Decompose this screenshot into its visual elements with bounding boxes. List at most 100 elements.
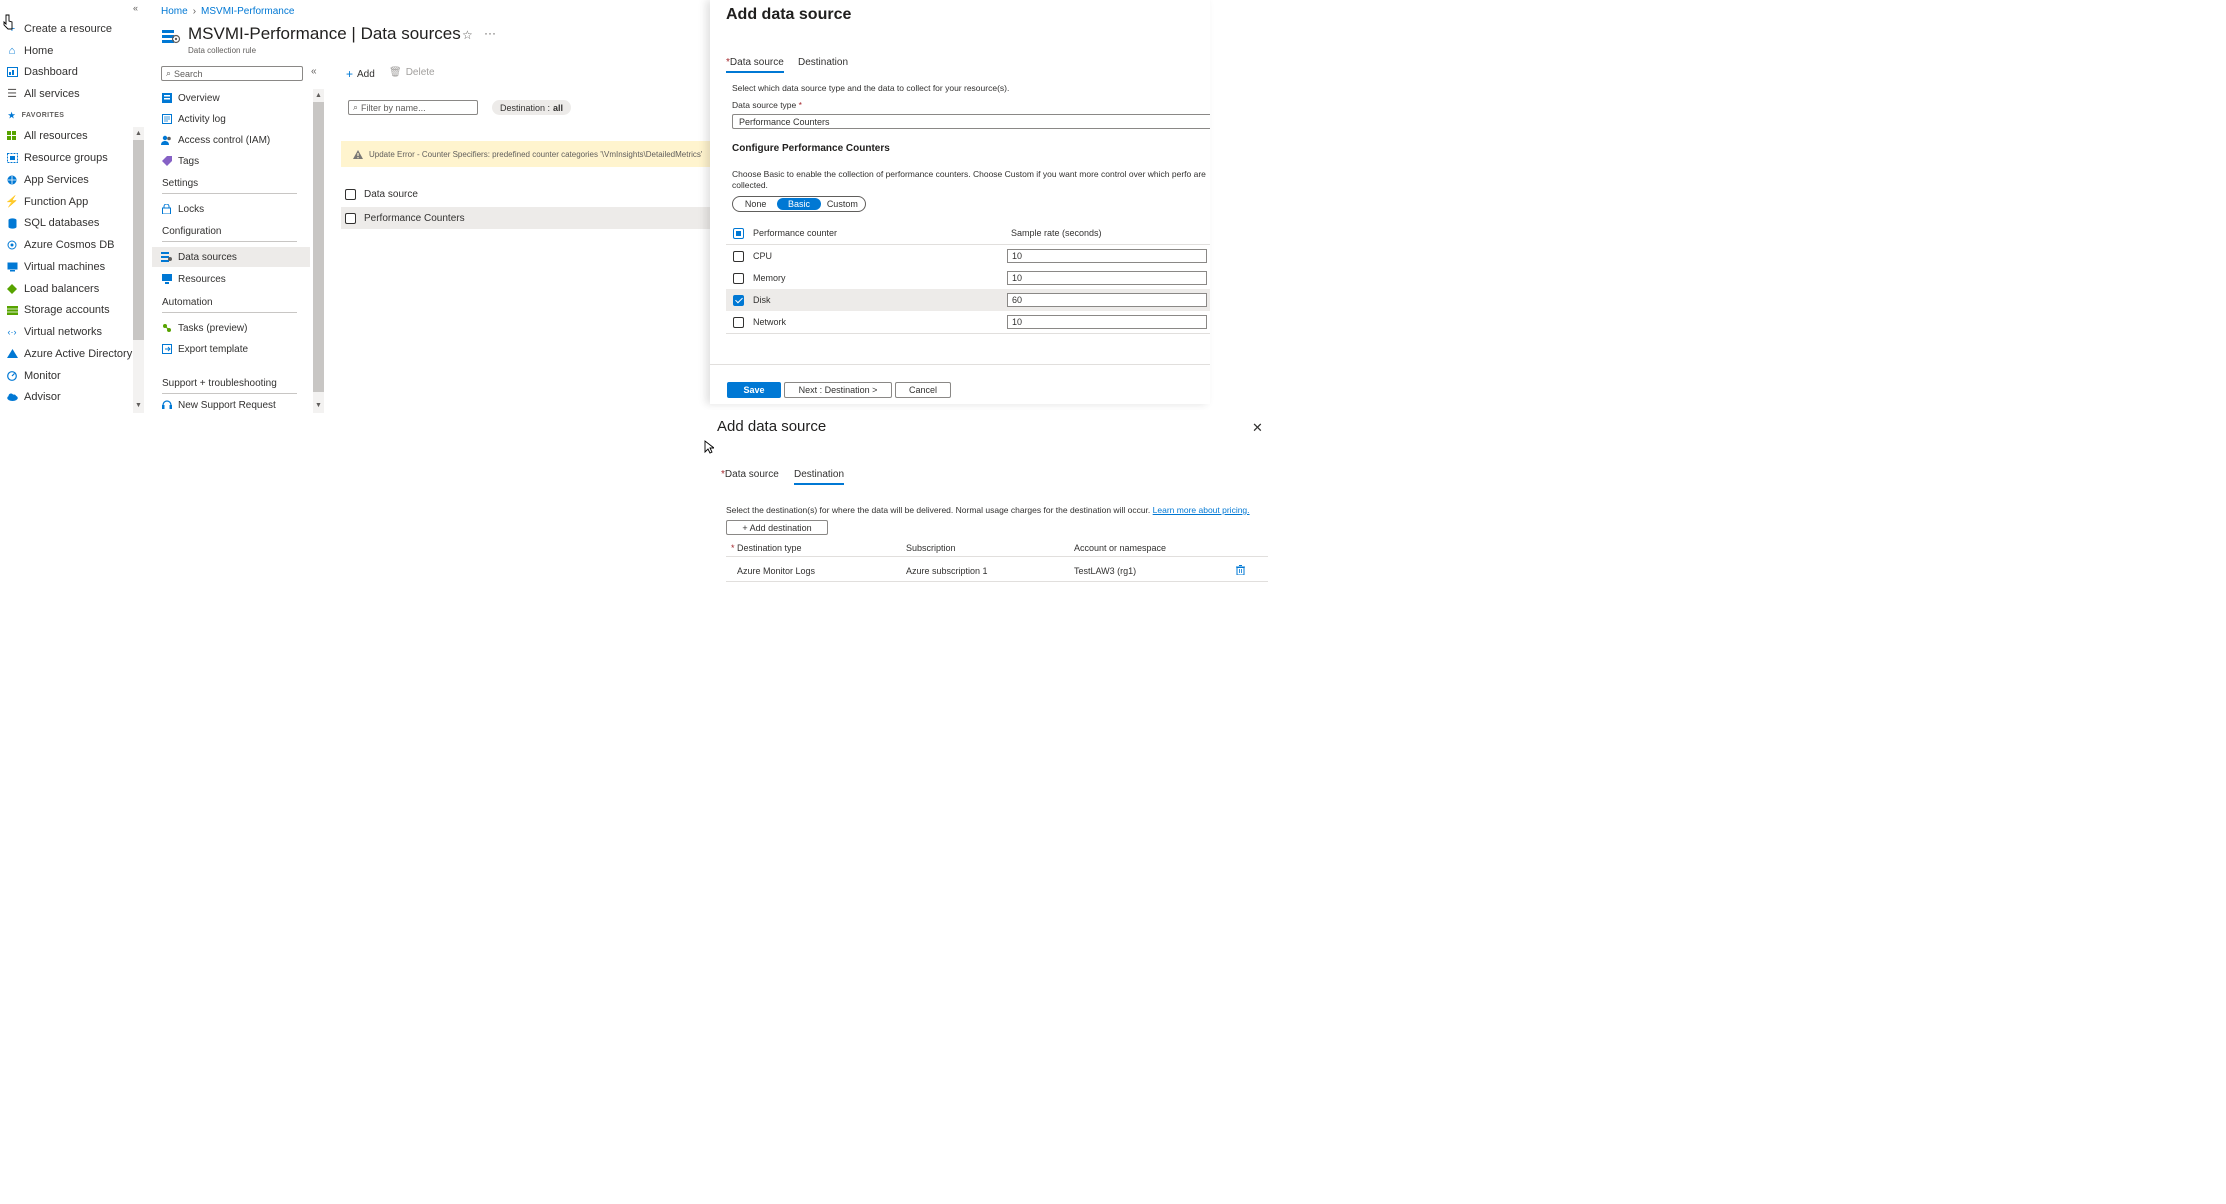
lightning-icon: ⚡ xyxy=(5,195,19,208)
collapse-menu-icon[interactable]: « xyxy=(311,66,317,77)
save-button[interactable]: Save xyxy=(727,382,781,398)
scroll-up-icon[interactable]: ▲ xyxy=(133,128,144,139)
counter-checkbox[interactable] xyxy=(733,272,744,284)
data-source-type-select[interactable]: Performance Counters xyxy=(732,114,1210,129)
sample-rate-input[interactable]: 10 xyxy=(1007,249,1207,263)
tab-label: Destination xyxy=(794,469,845,480)
delete-button[interactable]: 🗑 Delete xyxy=(389,67,435,78)
more-options-icon[interactable]: ··· xyxy=(484,26,496,40)
sample-rate-input[interactable]: 60 xyxy=(1007,293,1207,307)
filter-input[interactable]: ⌕ Filter by name... xyxy=(348,100,478,115)
scroll-down-icon[interactable]: ▼ xyxy=(313,400,324,411)
nav-resource-groups[interactable]: Resource groups xyxy=(6,149,108,167)
nav-virtual-networks[interactable]: ‹·› Virtual networks xyxy=(6,323,103,341)
counter-row[interactable]: Memory 10 xyxy=(726,267,1210,289)
tag-icon xyxy=(161,156,172,167)
tab-data-source[interactable]: *Data source xyxy=(721,469,779,480)
next-destination-button[interactable]: Next : Destination > xyxy=(784,382,892,398)
mode-basic[interactable]: Basic xyxy=(777,198,821,210)
nav-all-resources[interactable]: All resources xyxy=(6,127,88,145)
select-all-counters-checkbox[interactable] xyxy=(733,227,744,239)
nav-azure-ad[interactable]: Azure Active Directory xyxy=(6,345,132,363)
destination-filter-pill[interactable]: Destination : all xyxy=(492,100,572,115)
nav-storage-accounts[interactable]: Storage accounts xyxy=(6,301,110,319)
row-checkbox[interactable] xyxy=(345,212,356,224)
nav-home[interactable]: ⌂ Home xyxy=(6,42,54,60)
data-sources-icon xyxy=(161,252,172,263)
account-value[interactable]: TestLAW3 (rg1) xyxy=(1074,566,1136,576)
close-icon[interactable]: ✕ xyxy=(1252,420,1263,436)
tab-destination[interactable]: Destination xyxy=(798,57,848,68)
home-icon: ⌂ xyxy=(8,44,16,57)
global-nav: « + Create a resource ⌂ Home Dashboard ☰… xyxy=(0,0,144,414)
add-button[interactable]: + Add xyxy=(346,67,375,81)
section-divider xyxy=(162,241,297,242)
favorite-star-icon[interactable]: ☆ xyxy=(462,28,473,42)
nav-all-services[interactable]: ☰ All services xyxy=(6,85,80,103)
column-header-account: Account or namespace xyxy=(1074,543,1167,553)
menu-item-locks[interactable]: Locks xyxy=(161,199,311,219)
menu-item-resources[interactable]: Resources xyxy=(161,269,311,289)
nav-scrollbar-thumb[interactable] xyxy=(133,140,144,340)
counter-checkbox[interactable] xyxy=(733,250,744,262)
menu-search-input[interactable]: ⌕ Search xyxy=(161,66,303,81)
nav-advisor[interactable]: Advisor xyxy=(6,388,61,406)
counter-checkbox[interactable] xyxy=(733,316,744,328)
data-source-type-label: Data source type * xyxy=(732,100,802,110)
sample-rate-input[interactable]: 10 xyxy=(1007,315,1207,329)
pill-label: Destination : xyxy=(500,102,551,113)
menu-item-activity-log[interactable]: Activity log xyxy=(161,109,311,129)
support-icon xyxy=(161,400,172,411)
menu-item-tags[interactable]: Tags xyxy=(161,151,311,171)
page-subtitle: Data collection rule xyxy=(188,46,257,55)
tab-data-source[interactable]: *Data source xyxy=(726,57,784,73)
add-destination-button[interactable]: + Add destination xyxy=(726,520,828,535)
nav-load-balancers[interactable]: Load balancers xyxy=(6,280,99,298)
menu-scrollbar-thumb[interactable] xyxy=(313,102,324,392)
nav-sql-databases[interactable]: SQL databases xyxy=(6,214,99,232)
delete-destination-icon[interactable] xyxy=(1236,565,1245,575)
collection-mode-toggle[interactable]: None Basic Custom xyxy=(732,196,866,212)
tab-destination[interactable]: Destination xyxy=(794,469,845,485)
counter-name: Network xyxy=(753,317,787,327)
nav-virtual-machines[interactable]: Virtual machines xyxy=(6,258,105,276)
section-support: Support + troubleshooting xyxy=(162,378,277,389)
menu-item-data-sources[interactable]: Data sources xyxy=(152,247,310,267)
pricing-link[interactable]: Learn more about pricing. xyxy=(1153,505,1250,515)
row-data-source[interactable]: Performance Counters xyxy=(364,213,465,224)
scroll-down-icon[interactable]: ▼ xyxy=(133,400,144,411)
counter-row[interactable]: Network 10 xyxy=(726,311,1210,333)
mode-none[interactable]: None xyxy=(734,198,777,210)
menu-item-access-control[interactable]: Access control (IAM) xyxy=(161,130,311,150)
counter-row[interactable]: CPU 10 xyxy=(726,245,1210,267)
menu-item-label: Tasks (preview) xyxy=(178,322,248,334)
nav-monitor[interactable]: Monitor xyxy=(6,367,61,385)
menu-item-overview[interactable]: Overview xyxy=(161,88,311,108)
database-icon xyxy=(6,217,18,229)
select-all-checkbox[interactable] xyxy=(345,188,356,200)
cancel-button[interactable]: Cancel xyxy=(895,382,951,398)
nav-app-services[interactable]: App Services xyxy=(6,171,89,189)
nav-label: Azure Cosmos DB xyxy=(24,239,115,251)
collapse-nav-icon[interactable]: « xyxy=(133,3,138,13)
sample-rate-input[interactable]: 10 xyxy=(1007,271,1207,285)
mode-custom[interactable]: Custom xyxy=(821,198,864,210)
nav-function-app[interactable]: ⚡ Function App xyxy=(5,193,88,211)
breadcrumb-resource[interactable]: MSVMI-Performance xyxy=(201,6,294,17)
menu-item-new-support-request[interactable]: New Support Request xyxy=(161,395,311,415)
counter-checkbox[interactable] xyxy=(733,294,744,306)
counter-row[interactable]: Disk 60 xyxy=(726,289,1210,311)
nav-cosmos-db[interactable]: Azure Cosmos DB xyxy=(6,236,114,254)
network-icon: ‹·› xyxy=(7,326,17,337)
nav-create-resource[interactable]: + Create a resource xyxy=(6,20,112,38)
destination-type-value[interactable]: Azure Monitor Logs xyxy=(737,566,815,576)
subscription-value[interactable]: Azure subscription 1 xyxy=(906,566,988,576)
menu-item-export-template[interactable]: Export template xyxy=(161,339,311,359)
nav-dashboard[interactable]: Dashboard xyxy=(6,63,78,81)
breadcrumb-home[interactable]: Home xyxy=(161,6,188,17)
scroll-up-icon[interactable]: ▲ xyxy=(313,90,324,101)
divider xyxy=(726,581,1268,582)
menu-item-tasks[interactable]: Tasks (preview) xyxy=(161,318,311,338)
table-row[interactable]: Performance Counters xyxy=(341,207,713,229)
lock-icon xyxy=(161,204,172,215)
